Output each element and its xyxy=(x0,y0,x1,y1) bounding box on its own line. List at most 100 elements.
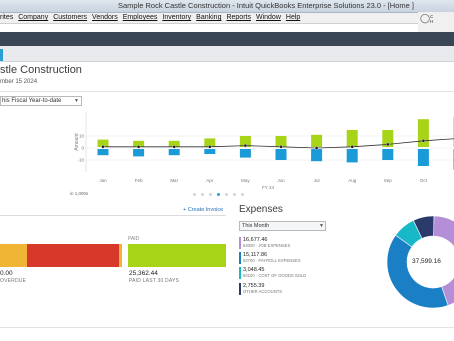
carousel-dot[interactable] xyxy=(193,193,196,196)
expenses-period-dropdown[interactable]: This Month ▼ xyxy=(239,221,326,231)
x-tick-label: Jan xyxy=(99,178,107,183)
header-divider xyxy=(0,91,454,92)
income-bar[interactable] xyxy=(311,134,323,147)
income-bar[interactable] xyxy=(417,119,429,147)
x-tick-label: Oct xyxy=(420,178,428,183)
expense-item-payroll[interactable]: 15,117.86 62700 · PAYROLL EXPENSES xyxy=(239,252,349,265)
menu-customers[interactable]: Customers xyxy=(53,14,87,21)
expense-bar[interactable] xyxy=(311,149,323,162)
chevron-down-icon: ▼ xyxy=(74,98,79,104)
x-tick-label: Jun xyxy=(277,178,285,183)
expense-bar[interactable] xyxy=(346,149,358,163)
expense-bar[interactable] xyxy=(382,149,394,160)
legend-swatch xyxy=(239,267,241,279)
footer-divider xyxy=(0,327,454,328)
menu-vendors[interactable]: Vendors xyxy=(92,14,118,21)
net-income-point[interactable] xyxy=(350,145,355,149)
expense-bar[interactable] xyxy=(239,149,251,158)
expenses-title: Expenses xyxy=(239,204,283,215)
expense-label: 62700 · PAYROLL EXPENSES xyxy=(243,258,301,263)
paid-last-30-days-label: PAID LAST 30 DAYS xyxy=(129,278,180,284)
net-income-point[interactable] xyxy=(172,145,176,149)
menu-company[interactable]: Company xyxy=(18,14,48,21)
expense-bar[interactable] xyxy=(417,149,429,166)
net-income-point[interactable] xyxy=(385,142,390,147)
income-bar[interactable] xyxy=(346,130,358,147)
net-income-point[interactable] xyxy=(243,143,248,148)
help-line-2: H xyxy=(430,19,434,24)
legend-swatch xyxy=(239,283,241,295)
net-income-point[interactable] xyxy=(314,146,319,150)
income-expense-chart: 100-10AmountJan Feb Mar Apr May Jun Jul Aug Sep O… xyxy=(74,112,454,190)
y-axis-label: Amount xyxy=(74,133,80,151)
x-tick-label: Sep xyxy=(384,178,393,183)
expense-item-other[interactable]: 2,755.39 OTHER ACCOUNTS xyxy=(239,283,349,296)
expenses-total: 37,599.16 xyxy=(412,258,441,265)
open-invoices-bar[interactable] xyxy=(0,244,27,267)
tab-strip xyxy=(0,46,454,62)
net-income-point[interactable] xyxy=(101,145,105,149)
lightbulb-icon: ◯ xyxy=(420,13,431,23)
net-income-point[interactable] xyxy=(279,145,283,149)
create-invoice-link[interactable]: + Create Invoice xyxy=(183,207,223,213)
paid-invoices-bar[interactable] xyxy=(128,244,226,267)
carousel-dot[interactable] xyxy=(209,193,212,196)
menu-employees[interactable]: Employees xyxy=(123,14,158,21)
x-tick-label: May xyxy=(241,178,250,183)
active-tab-indicator[interactable] xyxy=(0,49,3,61)
invoices-divider xyxy=(0,215,226,216)
expense-bar[interactable] xyxy=(204,149,216,154)
net-income-point[interactable] xyxy=(421,138,426,143)
carousel-dot[interactable] xyxy=(225,193,228,196)
chart-carousel-dots xyxy=(193,193,244,196)
paid-label: PAID xyxy=(128,236,140,242)
carousel-dot[interactable] xyxy=(241,193,244,196)
overdue-label: OVERDUE xyxy=(0,278,27,284)
chart-units-label: in 1,000s xyxy=(70,191,89,196)
menu-bar: rites Company Customers Vendors Employee… xyxy=(0,13,454,24)
carousel-dot[interactable] xyxy=(217,193,220,196)
menu-inventory[interactable]: Inventory xyxy=(162,14,191,21)
expense-bar[interactable] xyxy=(275,149,287,160)
expense-bar[interactable] xyxy=(168,149,180,156)
title-bar: Sample Rock Castle Construction - Intuit… xyxy=(0,0,454,13)
x-tick-label: Apr xyxy=(206,178,214,183)
window-title: Sample Rock Castle Construction - Intuit… xyxy=(118,1,414,10)
x-tick-label: Feb xyxy=(135,178,143,183)
menu-help[interactable]: Help xyxy=(286,14,300,21)
expense-label: OTHER ACCOUNTS xyxy=(243,289,283,294)
carousel-dot[interactable] xyxy=(201,193,204,196)
period-dropdown[interactable]: his Fiscal Year-to-date ▼ xyxy=(0,96,82,106)
help-widget[interactable]: ◯ C H xyxy=(418,12,454,32)
legend-swatch xyxy=(239,252,241,264)
net-income-point[interactable] xyxy=(136,145,141,149)
carousel-dot[interactable] xyxy=(233,193,236,196)
paid-amount: 25,362.44 xyxy=(129,270,158,277)
legend-swatch xyxy=(239,237,241,249)
company-date: mber 15 2024 xyxy=(0,79,38,85)
menu-favorites[interactable]: rites xyxy=(0,14,13,21)
company-name: stle Construction xyxy=(0,64,82,76)
net-income-point[interactable] xyxy=(207,145,212,149)
x-tick-label: Aug xyxy=(348,178,357,183)
expenses-period-value: This Month xyxy=(242,223,270,229)
y-tick-label: 0 xyxy=(81,146,84,151)
menu-window[interactable]: Window xyxy=(256,14,281,21)
top-toolbar xyxy=(0,32,454,46)
expense-bar[interactable] xyxy=(97,149,109,156)
menu-banking[interactable]: Banking xyxy=(196,14,221,21)
overdue-invoices-bar[interactable] xyxy=(27,244,119,267)
menu-reports[interactable]: Reports xyxy=(226,14,251,21)
x-tick-label: Mar xyxy=(170,178,178,183)
overdue-amount: 0.00 xyxy=(0,270,13,277)
expense-label: 54000 · JOB EXPENSES xyxy=(243,243,291,248)
expense-bar[interactable] xyxy=(133,149,145,157)
chevron-down-icon: ▼ xyxy=(319,223,324,229)
expense-item-job[interactable]: 16,677.46 54000 · JOB EXPENSES xyxy=(239,237,349,250)
y-tick-label: -10 xyxy=(77,158,84,163)
quickbooks-window: Sample Rock Castle Construction - Intuit… xyxy=(0,0,454,341)
expense-label: 50100 · COST OF GOODS SOLD xyxy=(243,273,307,278)
x-tick-label: Jul xyxy=(314,178,320,183)
donut-slice[interactable] xyxy=(386,234,449,309)
expense-item-cogs[interactable]: 3,048.45 50100 · COST OF GOODS SOLD xyxy=(239,267,349,280)
